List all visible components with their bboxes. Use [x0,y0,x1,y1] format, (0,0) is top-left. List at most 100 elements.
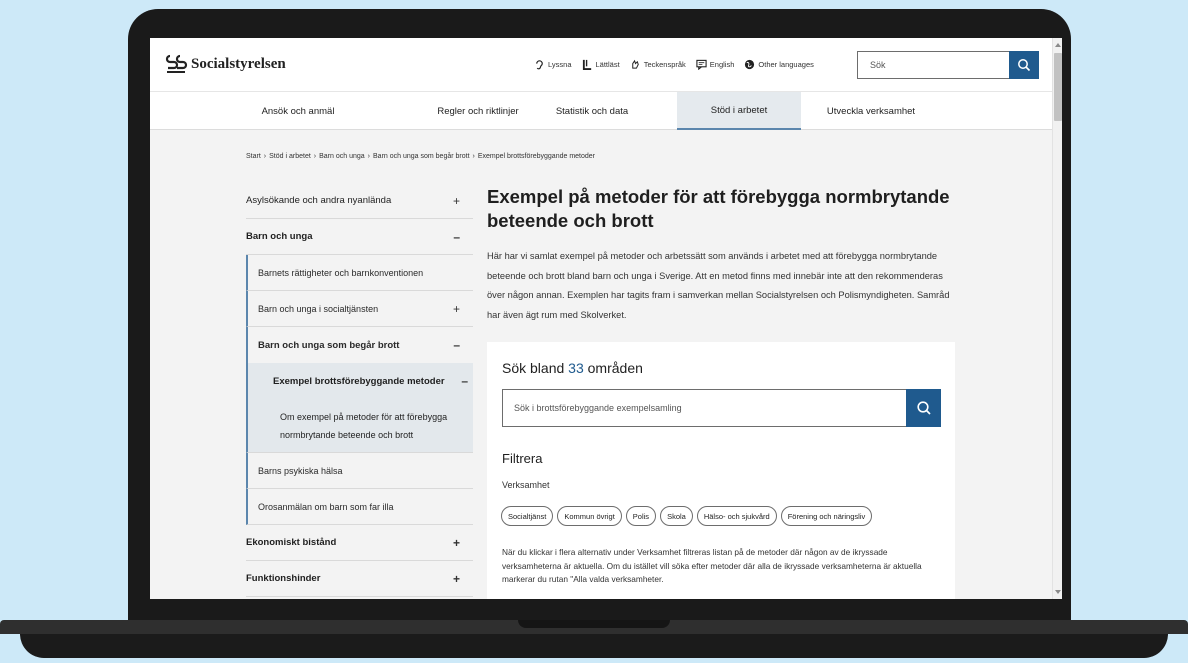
nav-item-utveckla[interactable]: Utveckla verksamhet [805,92,937,130]
page-intro: Här har vi samlat exempel på metoder och… [487,251,950,320]
filter-chip-forening[interactable]: Förening och näringsliv [780,506,873,526]
laptop-notch [518,620,670,628]
filter-chip-kommun-ovrigt[interactable]: Kommun övrigt [557,506,622,526]
sidebar-item-label: Barns psykiska hälsa [258,465,343,476]
filter-chip-skola[interactable]: Skola [660,506,693,526]
filter-help-text: När du klickar i flera alternativ under … [502,547,922,584]
site-logo[interactable]: Socialstyrelsen [164,53,286,75]
laptop-base [0,620,1188,663]
tool-english[interactable]: English [696,59,735,70]
plus-icon[interactable]: + [453,302,460,316]
page-scrollbar[interactable] [1052,38,1062,599]
sidebar-item-label: Barn och unga som begår brott [258,339,400,351]
sidebar-item-label: Barn och unga [246,231,313,242]
search-icon [916,401,931,415]
logo-mark-icon [165,54,188,73]
sidebar-item-exempel-metoder[interactable]: Exempel brottsförebyggande metoder – [246,363,473,399]
sidebar-item-barnets-rattigheter[interactable]: Barnets rättigheter och barnkonventionen [246,255,473,291]
plus-icon[interactable]: + [453,536,460,550]
sidebar-item-label-line: normbrytande beteende och brott [280,429,414,440]
breadcrumb-item[interactable]: Stöd i arbetet [269,153,311,160]
page-title: Exempel på metoder för att förebygga nor… [487,186,950,231]
sidebar-item-label: Asylsökande och andra nyanlända [246,195,392,206]
breadcrumb-item[interactable]: Start [246,153,261,160]
scroll-down-arrow-icon[interactable] [1055,590,1061,594]
search-panel-title-suffix: områden [587,360,643,376]
chevron-right-icon: › [472,153,475,160]
breadcrumb-item[interactable]: Barn och unga som begår brott [373,153,470,160]
search-panel: Sök bland 33 områden Filtrera Verksamhet… [487,342,955,599]
search-panel-title-prefix: Sök bland [502,360,565,376]
sidebar-item-asylsokande[interactable]: Asylsökande och andra nyanlända + [246,183,473,219]
tool-other-languages-label: Other languages [758,60,814,69]
site-search-input[interactable] [857,51,1009,79]
sidebar-item-socialtjansten[interactable]: Barn och unga i socialtjänsten + [246,291,473,327]
sidebar-item-label: Funktionshinder [246,573,321,584]
globe-icon [745,59,755,70]
plus-icon[interactable]: + [453,194,460,208]
sidebar-item-label: Exempel brottsförebyggande metoder [273,375,445,387]
sidebar-item-label: Barnets rättigheter och barnkonventionen [258,267,424,278]
logo-text: Socialstyrelsen [191,55,286,72]
main-nav: Ansök och anmäl Regler och riktlinjer St… [150,91,1052,130]
tool-english-label: English [709,60,735,69]
sidebar-nav: Asylsökande och andra nyanlända + Barn o… [246,183,473,597]
filter-chip-polis[interactable]: Polis [625,506,657,526]
nav-item-stod[interactable]: Stöd i arbetet [677,92,801,130]
accessibility-tools: Lyssna Lättläst Teckenspråk English Othe… [534,59,814,70]
tool-other-languages[interactable]: Other languages [744,59,814,70]
minus-icon[interactable]: – [453,338,460,352]
tool-sign-language[interactable]: Teckenspråk [630,59,686,70]
sidebar-item-label: Barn och unga i socialtjänsten [258,303,379,314]
filter-chip-socialtjanst[interactable]: Socialtjänst [501,506,554,526]
sidebar-item-label-line: Om exempel på metoder för att förebygga [280,411,448,422]
method-search-button[interactable] [906,389,941,427]
chevron-right-icon: › [263,153,267,160]
sidebar-item-om-exempel[interactable]: Om exempel på metoder för att förebygga … [246,399,473,453]
nav-item-ansok[interactable]: Ansök och anmäl [230,92,366,130]
sidebar-item-funktionshinder[interactable]: Funktionshinder + [246,561,473,597]
filter-group-label: Verksamhet [502,480,550,490]
sidebar-item-psykiska-halsa[interactable]: Barns psykiska hälsa [246,453,473,489]
tool-sign-language-label: Teckenspråk [643,60,686,69]
sidebar-item-label: Orosanmälan om barn som far illa [258,501,394,512]
easy-read-icon [582,59,591,70]
tool-easy-read-label: Lättläst [595,60,620,69]
laptop-base-bottom [20,634,1168,658]
sidebar-item-label: Ekonomiskt bistånd [246,537,337,548]
chevron-right-icon: › [367,153,371,160]
sidebar-item-label: Om exempel på metoder för att förebygga … [280,408,447,444]
filter-chip-halso-sjukvard[interactable]: Hälso- och sjukvård [696,506,777,526]
sidebar-item-begar-brott[interactable]: Barn och unga som begår brott – [246,327,473,363]
breadcrumb: Start › Stöd i arbetet › Barn och unga ›… [246,153,595,160]
result-count: 33 [568,360,584,376]
site-search-button[interactable] [1009,51,1039,79]
tool-easy-read[interactable]: Lättläst [582,59,620,70]
minus-icon[interactable]: – [453,230,460,244]
chat-bubble-icon [696,59,707,70]
chevron-right-icon: › [313,153,317,160]
scroll-thumb[interactable] [1054,53,1062,121]
tool-listen[interactable]: Lyssna [534,59,572,70]
filter-chips: Socialtjänst Kommun övrigt Polis Skola H… [501,506,873,526]
sidebar-item-ekonomiskt-bistand[interactable]: Ekonomiskt bistånd + [246,525,473,561]
sidebar-item-barn-och-unga[interactable]: Barn och unga – [246,219,473,255]
nav-item-statistik[interactable]: Statistik och data [528,92,656,130]
breadcrumb-item[interactable]: Barn och unga [319,153,365,160]
site-search [857,51,1039,79]
plus-icon[interactable]: + [453,572,460,586]
ear-icon [536,60,543,70]
filter-title: Filtrera [502,451,543,466]
search-icon [1018,59,1031,72]
sidebar-item-orosanmalan[interactable]: Orosanmälan om barn som far illa [246,489,473,525]
minus-icon[interactable]: – [461,374,468,388]
method-search [502,389,941,427]
site-header: Socialstyrelsen Lyssna Lättläst Teckensp… [150,38,1052,91]
scroll-up-arrow-icon[interactable] [1055,43,1061,47]
method-search-input[interactable] [502,389,906,427]
search-panel-title: Sök bland 33 områden [502,360,643,376]
tool-listen-label: Lyssna [548,60,572,69]
sign-language-icon [631,59,639,69]
browser-viewport: Socialstyrelsen Lyssna Lättläst Teckensp… [150,38,1062,599]
breadcrumb-current: Exempel brottsförebyggande metoder [477,153,595,160]
